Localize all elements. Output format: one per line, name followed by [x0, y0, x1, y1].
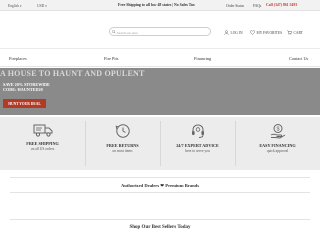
- language-label: English: [8, 3, 19, 8]
- truck-icon: [33, 124, 52, 137]
- feature-title: FREE SHIPPING: [26, 141, 59, 146]
- shipping-promo: Free Shipping to all low 48 states | No …: [118, 3, 195, 7]
- feature-easy-financing: $ EASY FINANCING quick approval: [235, 117, 320, 170]
- nav-item-fireplaces[interactable]: Fireplaces: [9, 56, 27, 61]
- hero-title: A HOUSE TO HAUNT AND OPULENT: [0, 69, 145, 78]
- nav-item-fire-pits[interactable]: Fire Pits: [104, 56, 118, 61]
- main-nav: Fireplaces Fire Pits Financing Contact U…: [0, 49, 320, 67]
- user-icon: [224, 30, 229, 35]
- svg-text:$: $: [276, 126, 279, 132]
- dollar-hand-icon: $: [270, 124, 285, 139]
- faqs-link[interactable]: FAQs: [253, 4, 261, 8]
- hero-offer: SAVE 20% STOREWIDE CODE: HAUNTED20: [3, 82, 50, 92]
- feature-subtitle: on most items: [112, 149, 133, 153]
- feature-title: EASY FINANCING: [259, 143, 296, 148]
- chevron-down-icon: ▾: [45, 3, 47, 8]
- feature-free-returns: FREE RETURNS on most items: [85, 117, 160, 170]
- nav-item-financing[interactable]: Financing: [194, 56, 211, 61]
- feature-free-shipping: FREE SHIPPING on all US orders: [0, 117, 85, 170]
- hunt-deal-button[interactable]: HUNT YOUR DEAL: [3, 99, 46, 108]
- currency-label: USD: [37, 3, 45, 8]
- authorized-dealers-heading: Authorized Dealers ❤ Premium Brands: [10, 177, 310, 193]
- currency-selector[interactable]: USD▾: [37, 4, 47, 8]
- return-icon: [115, 124, 130, 138]
- feature-title: FREE RETURNS: [106, 143, 139, 148]
- language-selector[interactable]: English▾: [8, 4, 22, 8]
- heart-icon: [250, 30, 255, 35]
- search-placeholder: Search our store: [117, 30, 138, 35]
- page: English▾ USD▾ Free Shipping to all low 4…: [0, 0, 320, 240]
- phone-link[interactable]: Call (347) 861 5493: [266, 3, 297, 7]
- order-status-link[interactable]: Order Status: [226, 4, 244, 8]
- nav-item-contact-us[interactable]: Contact Us: [289, 56, 308, 61]
- best-sellers-heading: Shop Our Best Sellers Today: [10, 219, 310, 235]
- chevron-down-icon: ▾: [19, 3, 22, 8]
- search-input[interactable]: Search our store: [109, 27, 211, 36]
- feature-title: 24/7 EXPERT ADVICE: [176, 143, 219, 148]
- hero-banner: A HOUSE TO HAUNT AND OPULENT SAVE 20% ST…: [0, 68, 320, 115]
- cart-icon: [287, 30, 292, 35]
- login-label: LOG IN: [230, 30, 243, 35]
- cart-label: CART: [293, 30, 303, 35]
- favorites-label: MY FAVORITES: [256, 30, 283, 35]
- hero-code-line: CODE: HAUNTED20: [3, 87, 43, 92]
- favorites-link[interactable]: MY FAVORITES: [250, 30, 282, 35]
- cart-link[interactable]: CART: [287, 30, 303, 35]
- top-bar: English▾ USD▾ Free Shipping to all low 4…: [0, 0, 320, 11]
- headset-icon: [191, 124, 204, 138]
- feature-subtitle: on all US orders: [30, 147, 55, 151]
- feature-subtitle: quick approval: [266, 149, 289, 153]
- feature-subtitle: here to serve you: [185, 149, 210, 153]
- login-link[interactable]: LOG IN: [224, 30, 243, 35]
- site-header: Search our store LOG IN MY FAVORITES CAR…: [0, 11, 320, 49]
- features-strip: FREE SHIPPING on all US orders FREE RETU…: [0, 117, 320, 170]
- feature-expert-advice: 24/7 EXPERT ADVICE here to serve you: [160, 117, 235, 170]
- search-icon: [112, 29, 116, 34]
